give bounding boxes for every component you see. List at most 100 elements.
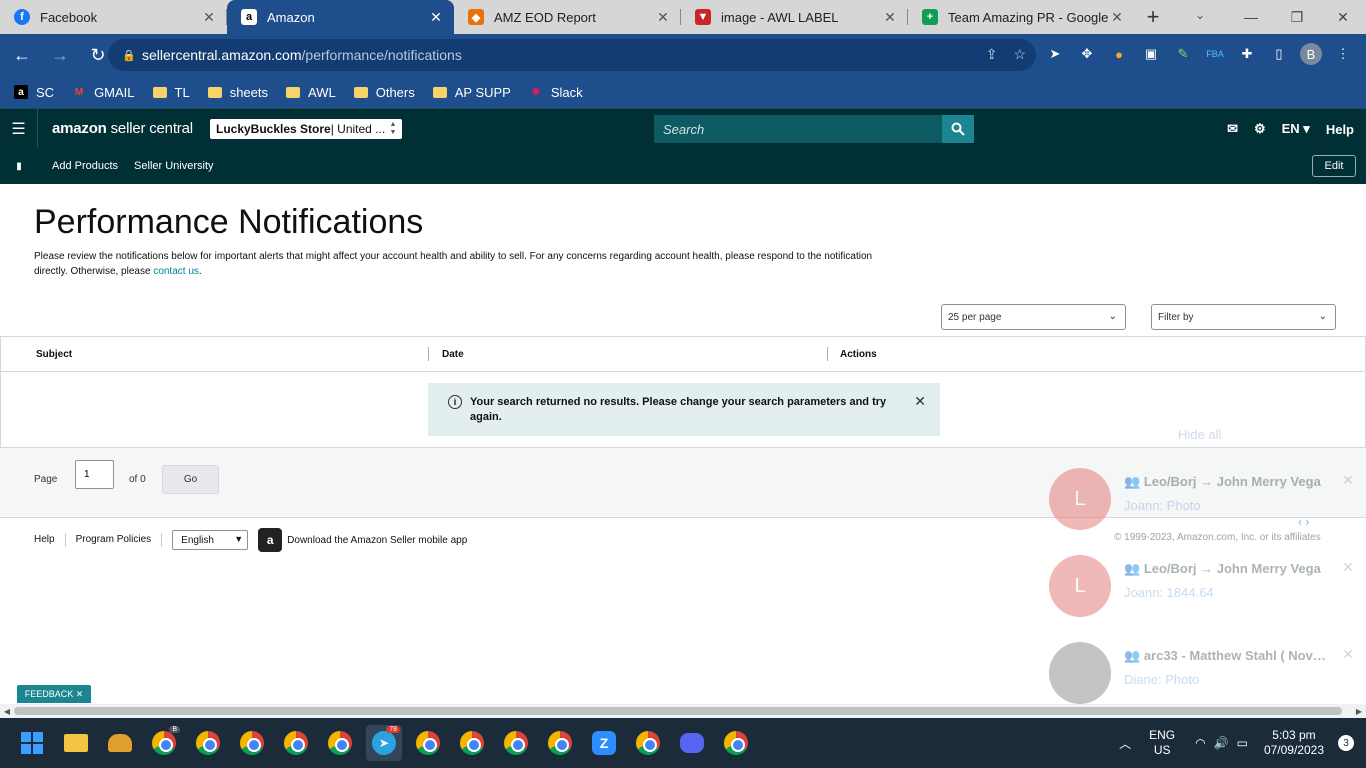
go-button[interactable]: Go <box>162 465 219 494</box>
scroll-right-icon[interactable]: ▶ <box>1352 704 1366 718</box>
bookmark-sc[interactable]: a SC <box>14 85 54 100</box>
close-icon[interactable]: ✕ <box>882 9 898 26</box>
volume-icon[interactable]: 🔊 <box>1214 736 1229 750</box>
puzzle-icon[interactable]: ✚ <box>1236 43 1258 65</box>
chevron-up-icon[interactable]: ︿ <box>1119 735 1131 752</box>
wifi-icon[interactable]: ◠ <box>1195 736 1205 750</box>
hamburger-menu-icon[interactable]: ☰ <box>0 108 38 149</box>
battery-icon[interactable]: ▭ <box>1237 736 1248 750</box>
close-icon[interactable]: ✕ <box>1342 472 1354 489</box>
zoom-icon[interactable]: Z <box>586 725 622 761</box>
edit-button[interactable]: Edit <box>1312 155 1356 177</box>
tab-amz-eod-report[interactable]: ◆ AMZ EOD Report ✕ <box>454 0 681 34</box>
scroll-left-icon[interactable]: ◀ <box>0 704 14 718</box>
language-selector[interactable]: EN ▾ <box>1282 121 1310 137</box>
minimize-icon[interactable]: — <box>1228 0 1274 34</box>
chrome-icon[interactable] <box>718 725 754 761</box>
feedback-button[interactable]: FEEDBACK ✕ <box>17 685 91 703</box>
bookmark-ap-supp[interactable]: AP SUPP <box>432 85 511 100</box>
restore-icon[interactable]: ❐ <box>1274 0 1320 34</box>
close-icon[interactable]: ✕ <box>1109 9 1125 26</box>
contact-us-link[interactable]: contact us <box>153 266 199 277</box>
chrome-icon[interactable] <box>542 725 578 761</box>
scrollbar-thumb[interactable] <box>14 707 1342 715</box>
back-icon[interactable]: ← <box>6 39 38 71</box>
new-tab-button[interactable]: + <box>1135 0 1171 34</box>
subnav-seller-university[interactable]: Seller University <box>134 160 213 172</box>
footer-help-link[interactable]: Help <box>0 533 66 547</box>
per-page-select[interactable]: 25 per page ⌄ <box>941 304 1126 330</box>
chrome-icon[interactable] <box>454 725 490 761</box>
column-date[interactable]: Date <box>442 349 464 360</box>
telegram-icon[interactable]: ➤ 78 <box>366 725 402 761</box>
bookmark-tl[interactable]: TL <box>152 85 190 100</box>
lock-icon[interactable]: 🔒 <box>122 49 136 62</box>
input-language[interactable]: ENG US <box>1149 728 1175 758</box>
gear-icon[interactable]: ⚙ <box>1254 121 1266 137</box>
close-icon[interactable]: ✕ <box>428 9 444 26</box>
download-app-link[interactable]: Download the Amazon Seller mobile app <box>287 535 467 546</box>
hide-all-button[interactable]: Hide all <box>1178 427 1221 442</box>
tab-team-amazing-pr[interactable]: + Team Amazing PR - Google S ✕ <box>908 0 1135 34</box>
bookmark-star-icon[interactable]: ☆ <box>1013 46 1026 63</box>
chrome-icon[interactable] <box>190 725 226 761</box>
notification-nav-arrows[interactable]: ‹ › <box>1298 515 1309 529</box>
chrome-icon[interactable]: B <box>146 725 182 761</box>
chrome-icon[interactable] <box>322 725 358 761</box>
close-window-icon[interactable]: ✕ <box>1320 0 1366 34</box>
eyedropper-icon[interactable]: ✎ <box>1172 43 1194 65</box>
chrome-icon[interactable] <box>498 725 534 761</box>
extension-orange-icon[interactable]: ● <box>1108 43 1130 65</box>
chrome-icon[interactable] <box>410 725 446 761</box>
close-icon[interactable]: ✕ <box>1342 559 1354 576</box>
close-icon[interactable]: ✕ <box>201 9 217 26</box>
forward-icon[interactable]: → <box>44 39 76 71</box>
menu-dots-icon[interactable]: ⋮ <box>1332 43 1354 65</box>
fba-icon[interactable]: FBA <box>1204 43 1226 65</box>
bookmark-sheets[interactable]: sheets <box>207 85 268 100</box>
address-bar[interactable]: 🔒 sellercentral.amazon.com/performance/n… <box>108 39 1036 71</box>
profile-avatar[interactable]: B <box>1300 43 1322 65</box>
footer-program-policies-link[interactable]: Program Policies <box>66 533 163 547</box>
chrome-icon[interactable] <box>278 725 314 761</box>
notification-item[interactable]: 👥 arc33 - Matthew Stahl ( Nov… Diane: Ph… <box>1040 632 1366 712</box>
camera-icon[interactable]: ▣ <box>1140 43 1162 65</box>
bookmark-others[interactable]: Others <box>353 85 415 100</box>
file-explorer-icon[interactable] <box>58 725 94 761</box>
share-icon[interactable]: ⇪ <box>986 46 998 63</box>
chrome-icon[interactable] <box>630 725 666 761</box>
subnav-add-products[interactable]: Add Products <box>52 160 118 172</box>
bookmark-awl[interactable]: AWL <box>286 85 336 100</box>
side-panel-icon[interactable]: ▯ <box>1268 43 1290 65</box>
tab-search-icon[interactable]: ⌄ <box>1195 8 1205 22</box>
extension-arrow-icon[interactable]: ➤ <box>1044 43 1066 65</box>
close-icon[interactable]: ✕ <box>1342 646 1354 663</box>
tab-amazon[interactable]: a Amazon ✕ <box>227 0 454 34</box>
mail-icon[interactable]: ✉ <box>1227 121 1238 137</box>
help-link[interactable]: Help <box>1326 122 1354 137</box>
tab-awl-label[interactable]: ▼ image - AWL LABEL ✕ <box>681 0 908 34</box>
discord-icon[interactable] <box>674 725 710 761</box>
notification-item[interactable]: L 👥 Leo/Borj → John Merry Vega Joann: 18… <box>1040 545 1366 625</box>
extension-dots-icon[interactable]: ✥ <box>1076 43 1098 65</box>
store-selector[interactable]: LuckyBuckles Store | United ... ▲ ▼ <box>210 119 402 139</box>
start-button[interactable] <box>14 725 50 761</box>
search-input[interactable] <box>654 115 942 143</box>
search-icon[interactable] <box>942 115 974 143</box>
amazon-app-icon[interactable]: a <box>258 528 283 552</box>
column-subject[interactable]: Subject <box>36 349 72 360</box>
seller-central-logo[interactable]: amazon seller central <box>52 120 193 137</box>
filter-select[interactable]: Filter by ⌄ <box>1151 304 1336 330</box>
chrome-icon[interactable] <box>234 725 270 761</box>
close-icon[interactable]: ✕ <box>914 394 926 409</box>
clock[interactable]: 5:03 pm 07/09/2023 <box>1264 728 1324 758</box>
horizontal-scrollbar[interactable]: ◀ ▶ <box>0 704 1366 718</box>
bookmark-icon[interactable]: ▮ <box>0 161 38 172</box>
footer-language-select[interactable]: English ▼ <box>172 530 249 550</box>
bookmark-slack[interactable]: ✱ Slack <box>529 85 583 100</box>
close-icon[interactable]: ✕ <box>655 9 671 26</box>
bookmark-gmail[interactable]: M GMAIL <box>72 85 135 100</box>
app-helmet-icon[interactable] <box>102 725 138 761</box>
tab-facebook[interactable]: f Facebook ✕ <box>0 0 227 34</box>
notification-count-badge[interactable]: 3 <box>1338 735 1354 751</box>
